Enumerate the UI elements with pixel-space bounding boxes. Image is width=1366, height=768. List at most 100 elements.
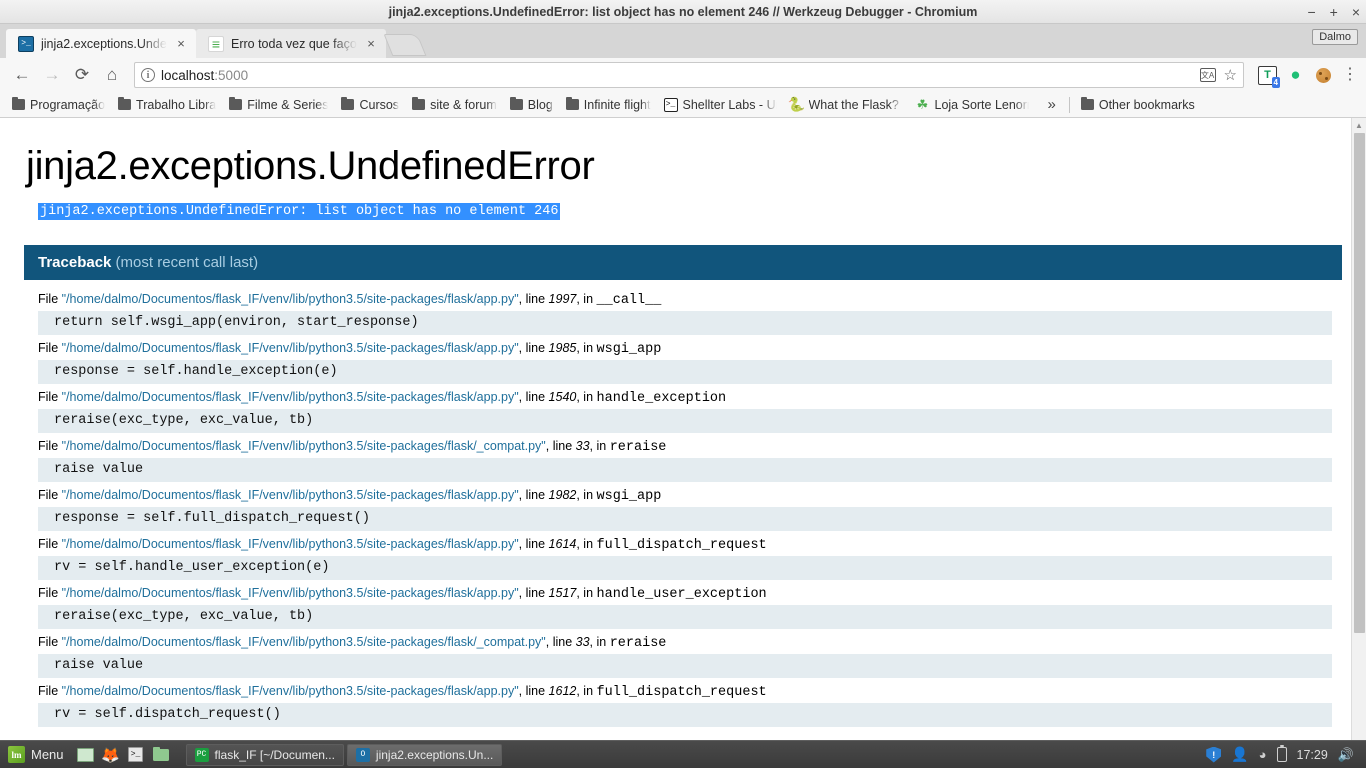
bookmark-item[interactable]: Cursos: [335, 96, 405, 114]
in-keyword: , in: [576, 341, 597, 355]
start-menu-button[interactable]: lm Menu: [4, 744, 72, 765]
frame-function: full_dispatch_request: [596, 685, 767, 700]
frame-function: wsgi_app: [596, 342, 662, 357]
bookmark-item[interactable]: Blog: [504, 96, 559, 114]
url-host: localhost: [161, 67, 215, 83]
bookmark-item[interactable]: ☘ Loja Sorte Lenorman: [910, 96, 1035, 114]
omnibox-actions: 文A ☆: [1199, 66, 1237, 84]
frame-file: "/home/dalmo/Documentos/flask_IF/venv/li…: [61, 488, 519, 502]
traceback-frame[interactable]: File "/home/dalmo/Documentos/flask_IF/ve…: [38, 584, 1342, 629]
page-title: jinja2.exceptions.UndefinedError: [26, 144, 595, 188]
minimize-button[interactable]: −: [1307, 5, 1315, 19]
bookmark-item[interactable]: 🐍 What the Flask? Pt-1: [784, 96, 909, 114]
line-keyword: , line: [518, 537, 549, 551]
scrollbar-thumb[interactable]: [1354, 133, 1365, 633]
quicklaunch-terminal-icon[interactable]: [75, 744, 97, 766]
frame-file: "/home/dalmo/Documentos/flask_IF/venv/li…: [61, 537, 519, 551]
page-scrollbar[interactable]: ▲: [1351, 118, 1366, 740]
forward-icon[interactable]: →: [38, 61, 66, 89]
frame-function: wsgi_app: [596, 489, 662, 504]
in-keyword: , in: [589, 439, 610, 453]
bookmarks-overflow-icon[interactable]: »: [1040, 96, 1064, 113]
traceback-frame[interactable]: File "/home/dalmo/Documentos/flask_IF/ve…: [38, 486, 1342, 531]
in-keyword: , in: [576, 537, 597, 551]
error-message: jinja2.exceptions.UndefinedError: list o…: [38, 203, 561, 220]
tab-strip: jinja2.exceptions.Undefi × Erro toda vez…: [0, 24, 1366, 58]
folder-icon: [412, 96, 426, 110]
site-info-icon[interactable]: i: [141, 68, 155, 82]
clock[interactable]: 17:29: [1297, 748, 1328, 762]
browser-tab-0[interactable]: jinja2.exceptions.Undefi ×: [6, 29, 196, 58]
translate-icon[interactable]: 文A: [1199, 68, 1216, 82]
traceback-header-bold: Traceback: [38, 254, 112, 271]
taskbar-window-chromium[interactable]: O jinja2.exceptions.Un...: [346, 743, 503, 766]
chrome-menu-icon[interactable]: ⋮: [1342, 67, 1358, 83]
other-bookmarks-button[interactable]: Other bookmarks: [1075, 96, 1200, 114]
address-bar[interactable]: i localhost:5000 文A ☆: [134, 62, 1244, 88]
profile-chip[interactable]: Dalmo: [1312, 29, 1358, 45]
file-keyword: File: [38, 292, 62, 306]
chat-bubble-icon[interactable]: ●: [1286, 65, 1305, 85]
close-window-button[interactable]: ×: [1352, 5, 1360, 19]
linux-mint-icon: lm: [8, 746, 25, 763]
tab-title: jinja2.exceptions.Undefi: [41, 36, 167, 51]
bookmarks-divider: [1068, 96, 1070, 113]
close-icon[interactable]: ×: [174, 37, 188, 51]
cookie-icon[interactable]: [1314, 66, 1333, 85]
maximize-button[interactable]: +: [1330, 5, 1338, 19]
bookmark-label: Filme & Series: [247, 97, 329, 112]
traceback-frame[interactable]: File "/home/dalmo/Documentos/flask_IF/ve…: [38, 290, 1342, 335]
file-keyword: File: [38, 390, 62, 404]
battery-icon[interactable]: [1276, 744, 1287, 762]
frame-location: File "/home/dalmo/Documentos/flask_IF/ve…: [38, 584, 1342, 605]
in-keyword: , in: [576, 586, 597, 600]
traceback-frame[interactable]: File "/home/dalmo/Documentos/flask_IF/ve…: [38, 437, 1342, 482]
menu-label: Menu: [31, 747, 64, 762]
bookmark-item[interactable]: Infinite flight: [560, 96, 657, 114]
pycharm-icon: PC: [194, 747, 209, 762]
home-icon[interactable]: ⌂: [98, 61, 126, 89]
url-text: localhost:5000: [161, 68, 248, 83]
bookmark-item[interactable]: Filme & Series: [223, 96, 334, 114]
reload-icon[interactable]: ⟳: [68, 61, 96, 89]
command-prompt-icon[interactable]: >_: [125, 744, 147, 766]
shield-icon[interactable]: !: [1206, 746, 1222, 763]
traceback-header-rest: (most recent call last): [111, 254, 259, 271]
browser-tab-1[interactable]: Erro toda vez que faço u ×: [196, 29, 386, 58]
browser-toolbar: ← → ⟳ ⌂ i localhost:5000 文A ☆ T 4 ● ⋮: [0, 58, 1366, 92]
page-viewport: jinja2.exceptions.UndefinedError jinja2.…: [0, 118, 1366, 740]
scroll-up-icon[interactable]: ▲: [1352, 118, 1366, 133]
system-taskbar: lm Menu 🦊 >_ PC flask_IF [~/Documen... O…: [0, 740, 1366, 768]
bookmark-item[interactable]: Programação: [6, 96, 111, 114]
bookmark-item[interactable]: >_ Shellter Labs - Um lu: [658, 96, 783, 114]
wifi-icon[interactable]: ◕: [1259, 747, 1267, 762]
bookmark-item[interactable]: site & forum: [406, 96, 503, 114]
traceback-frame[interactable]: File "/home/dalmo/Documentos/flask_IF/ve…: [38, 633, 1342, 678]
firefox-icon[interactable]: 🦊: [100, 744, 122, 766]
bookmark-label: Cursos: [359, 97, 400, 112]
bookmark-star-icon[interactable]: ☆: [1224, 66, 1237, 84]
frame-file: "/home/dalmo/Documentos/flask_IF/venv/li…: [61, 341, 519, 355]
user-icon[interactable]: 👤: [1231, 746, 1248, 763]
close-icon[interactable]: ×: [364, 37, 378, 51]
bookmark-item[interactable]: Trabalho Libra: [112, 96, 222, 114]
terminal-icon: >_: [663, 97, 678, 112]
back-icon[interactable]: ←: [8, 61, 36, 89]
frame-location: File "/home/dalmo/Documentos/flask_IF/ve…: [38, 486, 1342, 507]
traceback-frame[interactable]: File "/home/dalmo/Documentos/flask_IF/ve…: [38, 388, 1342, 433]
taskbar-window-label: jinja2.exceptions.Un...: [375, 747, 494, 762]
taskbar-window-pycharm[interactable]: PC flask_IF [~/Documen...: [185, 743, 344, 766]
traceback-frame[interactable]: File "/home/dalmo/Documentos/flask_IF/ve…: [38, 535, 1342, 580]
bookmark-label: Programação: [30, 97, 106, 112]
frame-code: response = self.handle_exception(e): [38, 360, 1332, 384]
frame-location: File "/home/dalmo/Documentos/flask_IF/ve…: [38, 633, 1342, 654]
new-tab-button[interactable]: [383, 34, 427, 56]
traceback-frame[interactable]: File "/home/dalmo/Documentos/flask_IF/ve…: [38, 682, 1342, 727]
todoist-extension-icon[interactable]: T 4: [1258, 65, 1280, 88]
traceback-frame[interactable]: File "/home/dalmo/Documentos/flask_IF/ve…: [38, 339, 1342, 384]
file-manager-icon[interactable]: [150, 744, 172, 766]
frame-file: "/home/dalmo/Documentos/flask_IF/venv/li…: [61, 439, 546, 453]
bookmark-label: site & forum: [430, 97, 497, 112]
volume-icon[interactable]: 🔊: [1338, 747, 1354, 763]
frame-function: __call__: [596, 293, 662, 308]
